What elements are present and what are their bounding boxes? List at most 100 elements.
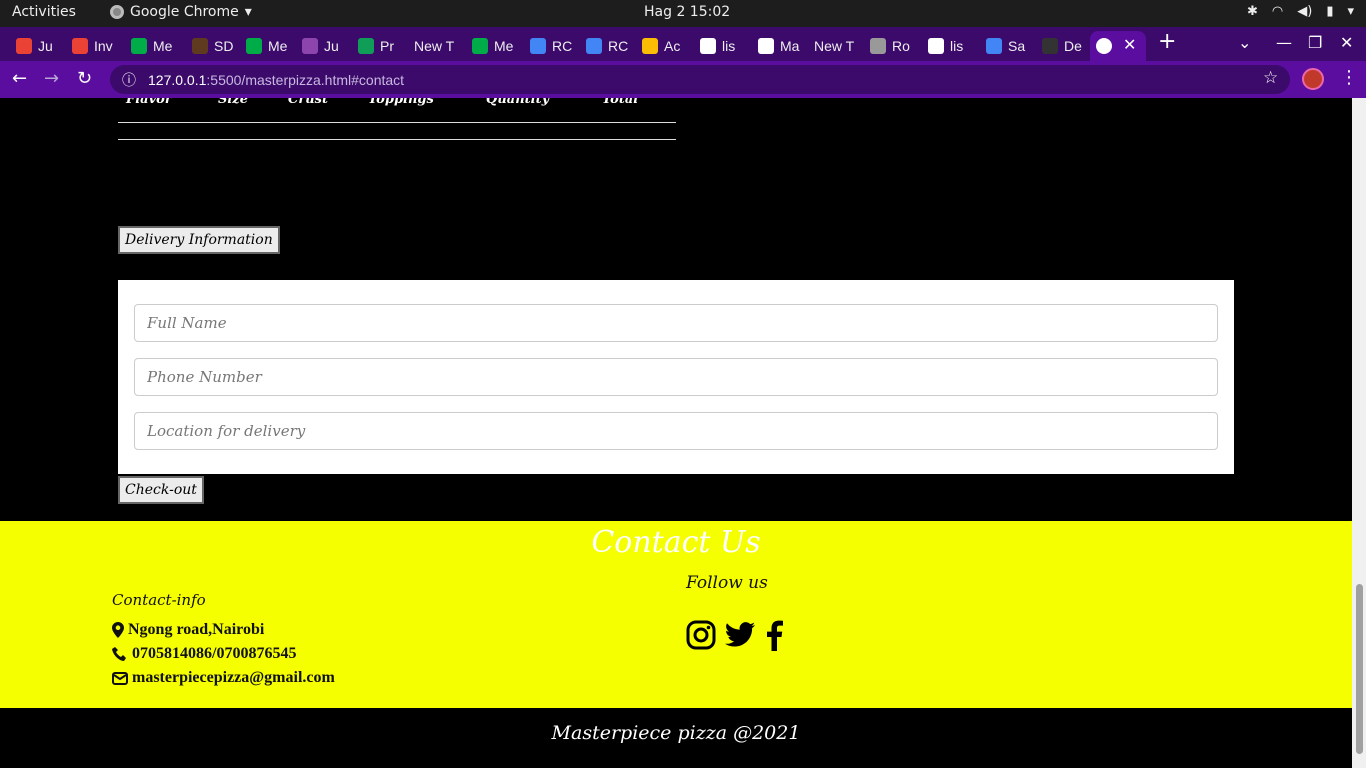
contact-section: Contact Us Follow us Contact-info Ngong … <box>0 521 1352 708</box>
browser-tab[interactable]: lis <box>922 31 974 61</box>
address-url[interactable]: 127.0.0.1:5500/masterpizza.html#contact <box>148 72 404 88</box>
map-marker-icon <box>112 622 124 638</box>
tab-label: De <box>1064 38 1082 54</box>
header-total: Total <box>602 98 639 107</box>
wifi-icon[interactable]: ◠ <box>1272 4 1283 19</box>
scrollbar-thumb[interactable] <box>1356 584 1363 754</box>
phone-icon <box>112 647 126 661</box>
active-browser-tab[interactable] <box>1090 31 1146 61</box>
tab-favicon-icon <box>472 38 488 54</box>
tab-search-icon[interactable]: ⌄ <box>1238 33 1251 52</box>
browser-tab[interactable]: RC <box>580 31 632 61</box>
activities-button[interactable]: Activities <box>12 4 76 20</box>
browser-tab[interactable]: Me <box>240 31 292 61</box>
tab-label: RC <box>552 38 573 54</box>
browser-tab[interactable]: Ma <box>752 31 804 61</box>
full-name-input[interactable] <box>134 304 1218 342</box>
browser-tab[interactable]: Me <box>125 31 179 61</box>
globe-icon <box>1096 38 1112 54</box>
browser-tab[interactable]: Me <box>466 31 518 61</box>
browser-tab[interactable]: Ac <box>636 31 688 61</box>
facebook-icon[interactable] <box>764 619 784 651</box>
envelope-icon <box>112 672 128 685</box>
tab-favicon-icon <box>302 38 318 54</box>
chrome-icon <box>110 5 124 19</box>
tab-label: Me <box>268 38 288 54</box>
instagram-icon[interactable] <box>686 620 716 650</box>
back-icon[interactable]: ← <box>12 68 27 89</box>
header-toppings: Toppings <box>368 98 434 107</box>
table-divider <box>118 139 676 140</box>
delivery-form <box>118 280 1234 474</box>
chevron-down-icon[interactable]: ▾ <box>1347 4 1354 19</box>
tab-favicon-icon <box>246 38 262 54</box>
browser-tab[interactable]: Sa <box>980 31 1032 61</box>
profile-avatar[interactable] <box>1302 68 1324 90</box>
header-crust: Crust <box>288 98 328 107</box>
maximize-icon[interactable]: ❐ <box>1308 33 1322 52</box>
minimize-icon[interactable]: — <box>1276 33 1292 52</box>
browser-tab[interactable]: Ju <box>296 31 348 61</box>
tab-favicon-icon <box>586 38 602 54</box>
footer-text: Masterpiece pizza @2021 <box>551 722 801 744</box>
tab-label: lis <box>950 38 964 54</box>
tab-label: New T <box>414 38 455 54</box>
browser-tab[interactable]: SD <box>186 31 234 61</box>
tab-favicon-icon <box>758 38 774 54</box>
browser-tab[interactable]: Pr <box>352 31 404 61</box>
browser-tab[interactable]: New T <box>808 31 860 61</box>
menu-kebab-icon[interactable]: ⋮ <box>1340 67 1358 88</box>
tab-favicon-icon <box>928 38 944 54</box>
tab-favicon-icon <box>642 38 658 54</box>
tab-favicon-icon <box>1042 38 1058 54</box>
close-tab-icon[interactable]: ✕ <box>1123 35 1136 54</box>
tab-label: Ma <box>780 38 800 54</box>
info-icon[interactable]: ⓘ <box>122 70 136 90</box>
browser-tab[interactable]: Ju <box>10 31 62 61</box>
email-text: masterpiecepizza@gmail.com <box>132 669 335 686</box>
contact-info-label: Contact-info <box>112 591 206 609</box>
browser-tab[interactable]: lis <box>694 31 746 61</box>
browser-tab[interactable]: New T <box>408 31 460 61</box>
tab-label: Ju <box>324 38 339 54</box>
app-name: Google Chrome <box>130 4 239 20</box>
slack-icon[interactable]: ✱ <box>1247 4 1258 19</box>
follow-us-label: Follow us <box>686 573 768 593</box>
forward-icon[interactable]: → <box>44 68 59 89</box>
delivery-information-button[interactable]: Delivery Information <box>118 226 280 254</box>
location-input[interactable] <box>134 412 1218 450</box>
checkout-button[interactable]: Check-out <box>118 476 204 504</box>
address-bar[interactable]: ⓘ 127.0.0.1:5500/masterpizza.html#contac… <box>110 65 1290 94</box>
volume-icon[interactable]: ◀) <box>1297 4 1312 19</box>
twitter-icon[interactable] <box>724 621 756 649</box>
table-divider <box>118 122 676 123</box>
bookmark-star-icon[interactable]: ☆ <box>1263 68 1278 88</box>
page-content: Flavor Size Crust Toppings Quantity Tota… <box>0 98 1352 768</box>
app-menu[interactable]: Google Chrome ▾ <box>110 4 252 20</box>
close-window-icon[interactable]: ✕ <box>1340 33 1353 52</box>
new-tab-button[interactable]: + <box>1158 29 1176 54</box>
tab-label: lis <box>722 38 736 54</box>
system-top-bar: Activities Google Chrome ▾ Hag 2 15:02 ✱… <box>0 0 1366 27</box>
reload-icon[interactable]: ↻ <box>77 68 92 89</box>
tab-label: Me <box>494 38 514 54</box>
tab-favicon-icon <box>131 38 147 54</box>
tab-favicon-icon <box>192 38 208 54</box>
page-scrollbar[interactable] <box>1352 98 1366 768</box>
system-tray[interactable]: ✱ ◠ ◀) ▮ ▾ <box>1247 4 1354 19</box>
tab-label: Sa <box>1008 38 1026 54</box>
browser-tab[interactable]: Inv <box>66 31 118 61</box>
address-text: Ngong road,Nairobi <box>128 621 265 638</box>
tab-label: Ac <box>664 38 681 54</box>
browser-tab[interactable]: Ro <box>864 31 916 61</box>
tab-favicon-icon <box>72 38 88 54</box>
phone-number-input[interactable] <box>134 358 1218 396</box>
battery-icon[interactable]: ▮ <box>1326 4 1333 19</box>
tab-label: Pr <box>380 38 394 54</box>
browser-tab[interactable]: RC <box>524 31 576 61</box>
contact-title: Contact Us <box>591 525 761 560</box>
order-table-header: Flavor Size Crust Toppings Quantity Tota… <box>118 98 676 116</box>
clock[interactable]: Hag 2 15:02 <box>644 4 730 20</box>
browser-tab[interactable]: De <box>1036 31 1086 61</box>
tab-strip: Ju Inv Me SD Me Ju Pr New T Me RC RC Ac lis Ma New T Ro… <box>0 27 1366 61</box>
